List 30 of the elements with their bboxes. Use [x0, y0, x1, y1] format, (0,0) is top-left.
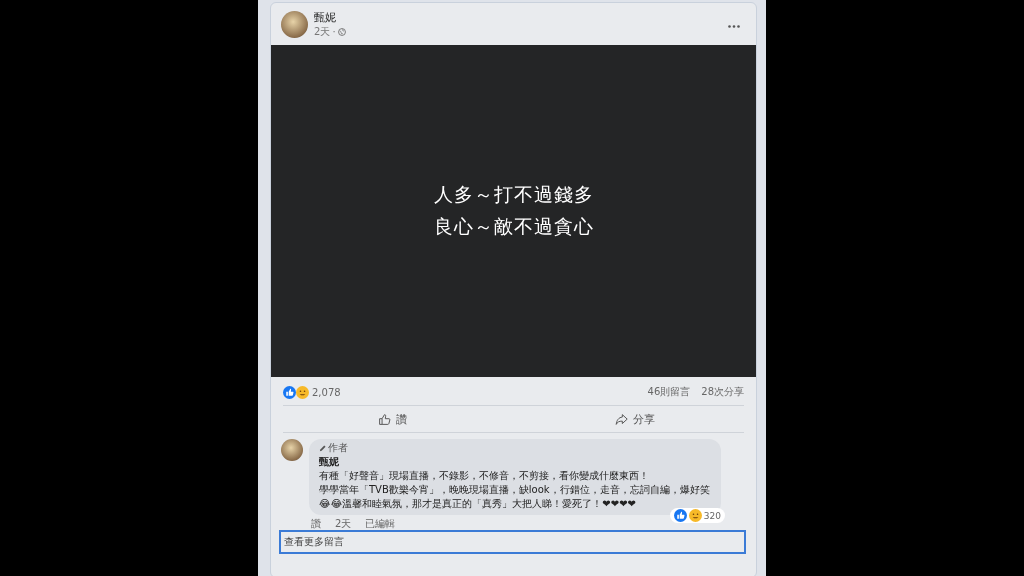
edited-label: 已編輯	[365, 517, 396, 528]
commenter-avatar[interactable]	[281, 439, 303, 461]
more-comments-link[interactable]: 查看更多留言	[279, 530, 746, 554]
author-name[interactable]: 甄妮	[314, 9, 722, 25]
author-label: 作者	[328, 441, 348, 455]
avatar[interactable]	[281, 10, 308, 38]
commenter-name[interactable]: 甄妮	[319, 455, 711, 469]
image-text: 良心～敵不過貪心	[433, 214, 594, 239]
thumbs-up-icon	[377, 412, 391, 426]
like-reaction-icon	[283, 385, 296, 399]
post-image[interactable]: 人多～打不過錢多 良心～敵不過貪心	[271, 45, 756, 377]
reaction-count[interactable]: 2,078	[312, 386, 341, 398]
share-button[interactable]: 分享	[513, 406, 756, 432]
pencil-icon	[319, 444, 326, 452]
like-reaction-icon	[673, 509, 687, 522]
image-text: 人多～打不過錢多	[433, 182, 594, 207]
globe-icon	[337, 27, 346, 36]
emoji-reaction-icon	[688, 509, 702, 522]
comment-count[interactable]: 46則留言	[647, 385, 691, 399]
separator-dot: ·	[332, 26, 336, 37]
like-button[interactable]: 讚	[271, 406, 514, 432]
share-count[interactable]: 28次分享	[701, 385, 744, 399]
comment-like-link[interactable]: 讚	[311, 517, 321, 528]
comment-time[interactable]: 2天	[335, 517, 352, 528]
comment-text: 學學當年「TVB歡樂今宵」，晚晚現場直播，缺look，行錯位，走音，忘詞自編，爆好笑😂😂溫馨和睦氣氛，那才是真正的「真秀」大把人睇！愛死了！❤❤❤❤	[319, 483, 711, 511]
emoji-reaction-icon	[296, 385, 309, 399]
share-arrow-icon	[614, 412, 628, 426]
post-time[interactable]: 2天	[314, 24, 331, 39]
comment-reactions[interactable]: 320	[669, 508, 725, 523]
comment-text: 有種「好聲音」現場直播，不錄影，不修音，不剪接，看你變成什麼東西！	[319, 469, 650, 483]
